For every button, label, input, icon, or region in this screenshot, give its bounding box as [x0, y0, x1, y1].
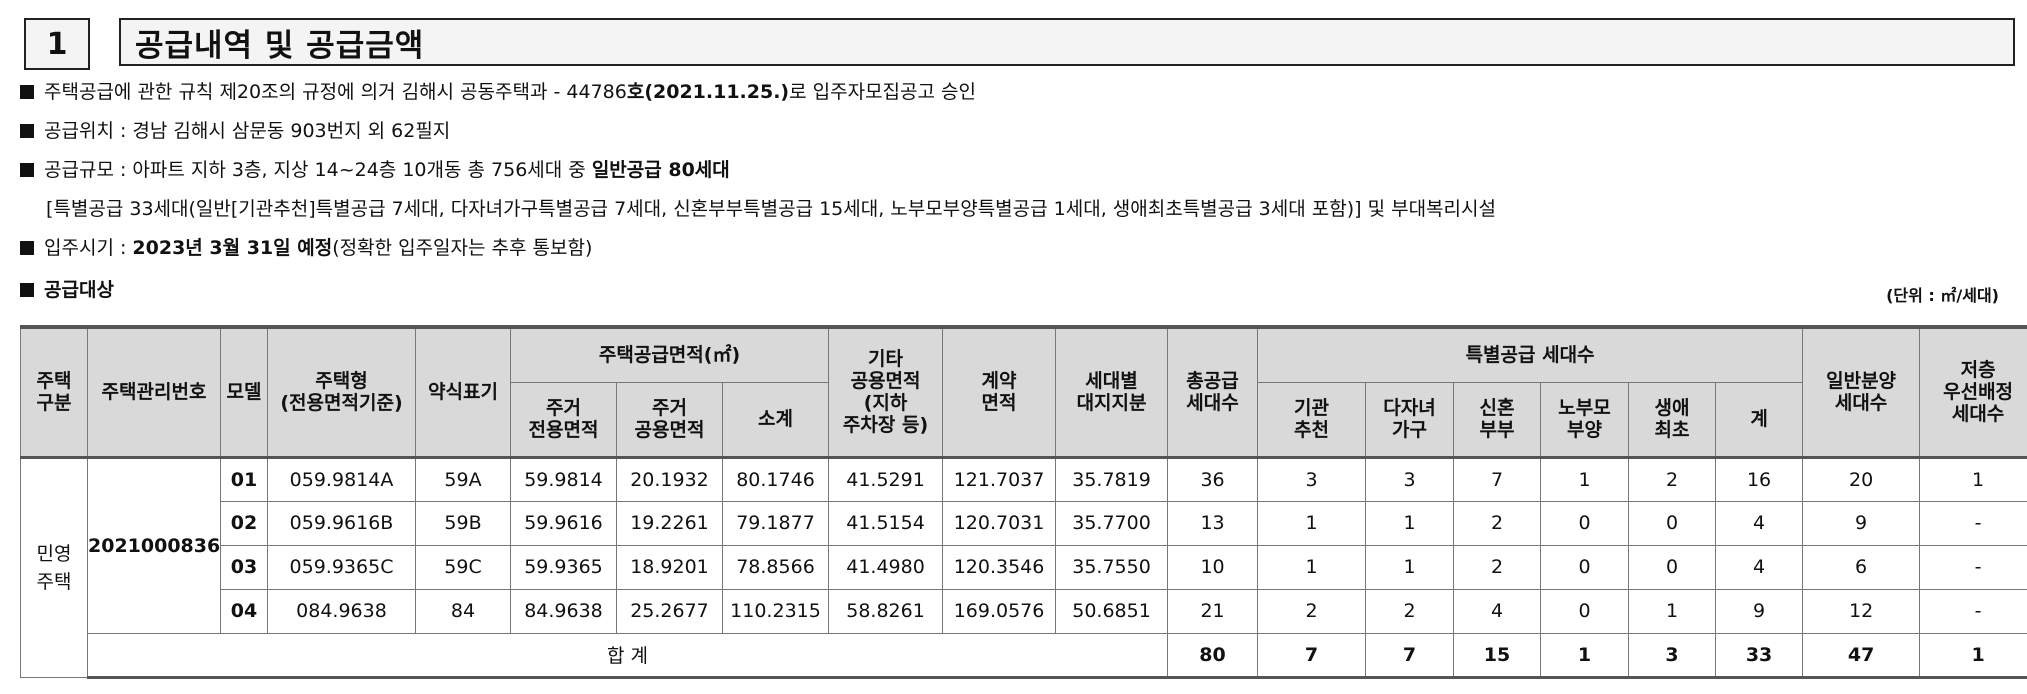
th-house-category: 주택 구분 [20, 325, 88, 459]
table-total-row: 합 계 80 7 7 15 1 3 33 47 1 [21, 632, 2027, 679]
th-contract-area: 계약 면적 [942, 325, 1057, 459]
th-house-type: 주택형 (전용면적기준) [267, 325, 416, 459]
info-line-special-supply: [특별공급 33세대(일반[기관추천]특별공급 7세대, 다자녀가구특별공급 7… [46, 198, 1496, 220]
bullet-square-icon [20, 163, 34, 177]
table-row: 03 059.9365C 59C 59.9365 18.9201 78.8566… [21, 544, 2027, 590]
th-res-exclusive: 주거 전용면적 [510, 381, 617, 459]
total-label: 합 계 [86, 632, 1169, 679]
th-res-common: 주거 공용면적 [616, 381, 723, 459]
th-sp-sum: 계 [1715, 381, 1804, 459]
table-row: 민영 주택 2021000836 01 059.9814A 59A 59.981… [20, 456, 2027, 678]
th-low-floor-units: 저층 우선배정 세대수 [1919, 325, 2027, 459]
th-sp-first-home: 생애 최초 [1628, 381, 1717, 459]
th-land-share: 세대별 대지지분 [1055, 325, 1169, 459]
info-line-approval: 주택공급에 관한 규칙 제20조의 규정에 의거 김해시 공동주택과 - 447… [20, 80, 976, 104]
document-page: 1 공급내역 및 공급금액 주택공급에 관한 규칙 제20조의 규정에 의거 김… [0, 0, 2027, 694]
table-header-row: 주택 구분 주택관리번호 모델 주택형 (전용면적기준) 약식표기 주택공급면적… [20, 325, 2027, 459]
supply-table: 주택 구분 주택관리번호 모델 주택형 (전용면적기준) 약식표기 주택공급면적… [20, 325, 2027, 679]
th-subtotal: 소계 [721, 381, 830, 459]
th-supply-area: 주택공급면적(㎡) [509, 325, 830, 383]
th-short-label: 약식표기 [415, 325, 511, 459]
th-general-units: 일반분양 세대수 [1802, 325, 1921, 459]
section-header: 1 공급내역 및 공급금액 [24, 18, 2019, 70]
table-row: 02 059.9616B 59B 59.9616 19.2261 79.1877… [21, 500, 2027, 546]
section-number: 1 [24, 18, 90, 70]
th-sp-elderly: 노부모 부양 [1540, 381, 1630, 459]
th-sp-agency: 기관 추천 [1257, 381, 1367, 459]
bullet-square-icon [20, 283, 34, 297]
section-title: 공급내역 및 공급금액 [119, 18, 2015, 66]
info-line-target: 공급대상 [20, 278, 114, 302]
house-category-cell: 민영 주택 [20, 456, 88, 678]
info-line-move-in: 입주시기 : 2023년 3월 31일 예정(정확한 입주일자는 추후 통보함) [20, 236, 592, 260]
bullet-square-icon [20, 124, 34, 138]
info-line-location: 공급위치 : 경남 김해시 삼문동 903번지 외 62필지 [20, 119, 450, 143]
th-sp-multi-child: 다자녀 가구 [1365, 381, 1455, 459]
mgmt-number-cell: 2021000836 [87, 456, 221, 634]
th-mgmt-number: 주택관리번호 [87, 325, 221, 459]
table-row: 04 084.9638 84 84.9638 25.2677 110.2315 … [21, 588, 2027, 634]
th-model: 모델 [220, 325, 268, 459]
th-sp-newlywed: 신혼 부부 [1453, 381, 1542, 459]
th-other-common-area: 기타 공용면적 (지하 주차장 등) [828, 325, 944, 459]
unit-label: (단위 : ㎡/세대) [1886, 286, 1999, 305]
bullet-square-icon [20, 85, 34, 99]
bullet-square-icon [20, 241, 34, 255]
th-special-supply: 특별공급 세대수 [1257, 325, 1804, 383]
info-line-scale: 공급규모 : 아파트 지하 3층, 지상 14~24층 10개동 총 756세대… [20, 158, 730, 182]
th-total-units: 총공급 세대수 [1167, 325, 1259, 459]
